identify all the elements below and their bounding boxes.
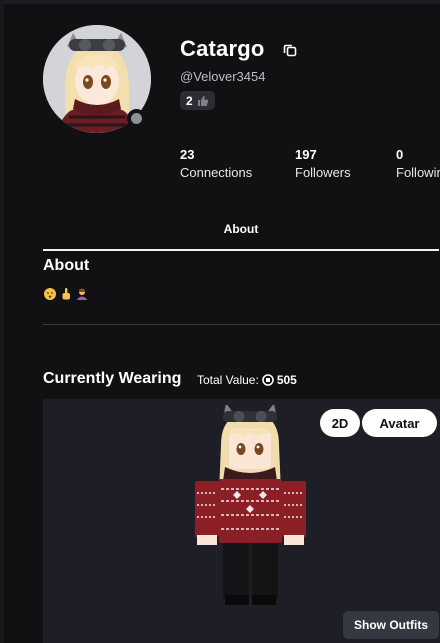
followers-count: 197 — [295, 147, 317, 162]
followers-label: Followers — [295, 165, 351, 180]
currently-wearing-heading: Currently Wearing — [43, 370, 182, 387]
face-emoji — [44, 288, 56, 300]
username: @Velover3454 — [180, 69, 266, 84]
stat-following[interactable]: 0 Following — [396, 147, 440, 180]
total-value-amount: 505 — [276, 373, 297, 387]
about-text — [43, 287, 89, 301]
robux-icon — [262, 374, 274, 386]
section-divider — [43, 324, 440, 325]
stat-connections[interactable]: 23 Connections — [180, 147, 252, 180]
avatar-3d-figure — [195, 405, 306, 605]
tab-about[interactable]: About — [43, 216, 439, 251]
thumbs-up-icon — [197, 95, 208, 106]
offline-dot — [131, 113, 142, 124]
connections-label: Connections — [180, 165, 253, 180]
presence-indicator — [127, 109, 146, 128]
profile-page: Catargo @Velover3454 2 23 Connections 19… — [0, 0, 440, 643]
avatar-viewer[interactable]: 2D Avatar Show Outfits — [43, 399, 440, 643]
copy-icon[interactable] — [283, 43, 297, 57]
display-name: Catargo — [180, 36, 265, 61]
following-count: 0 — [396, 147, 404, 162]
view-2d-button[interactable]: 2D — [320, 409, 360, 437]
stat-followers[interactable]: 197 Followers — [295, 147, 351, 180]
following-label: Following — [396, 165, 440, 180]
person-emoji — [76, 288, 88, 300]
show-outfits-button[interactable]: Show Outfits — [343, 611, 439, 639]
top-bar — [0, 0, 440, 4]
view-avatar-button[interactable]: Avatar — [362, 409, 437, 437]
total-value-label: Total Value: — [197, 373, 259, 387]
left-edge — [0, 0, 4, 643]
hand-emoji — [62, 288, 70, 300]
badge-counter[interactable]: 2 — [180, 91, 215, 110]
badge-count: 2 — [186, 93, 193, 108]
total-value: Total Value: 505 — [197, 373, 297, 387]
connections-count: 23 — [180, 147, 195, 162]
tab-about-label: About — [223, 222, 259, 236]
about-heading: About — [43, 257, 90, 274]
